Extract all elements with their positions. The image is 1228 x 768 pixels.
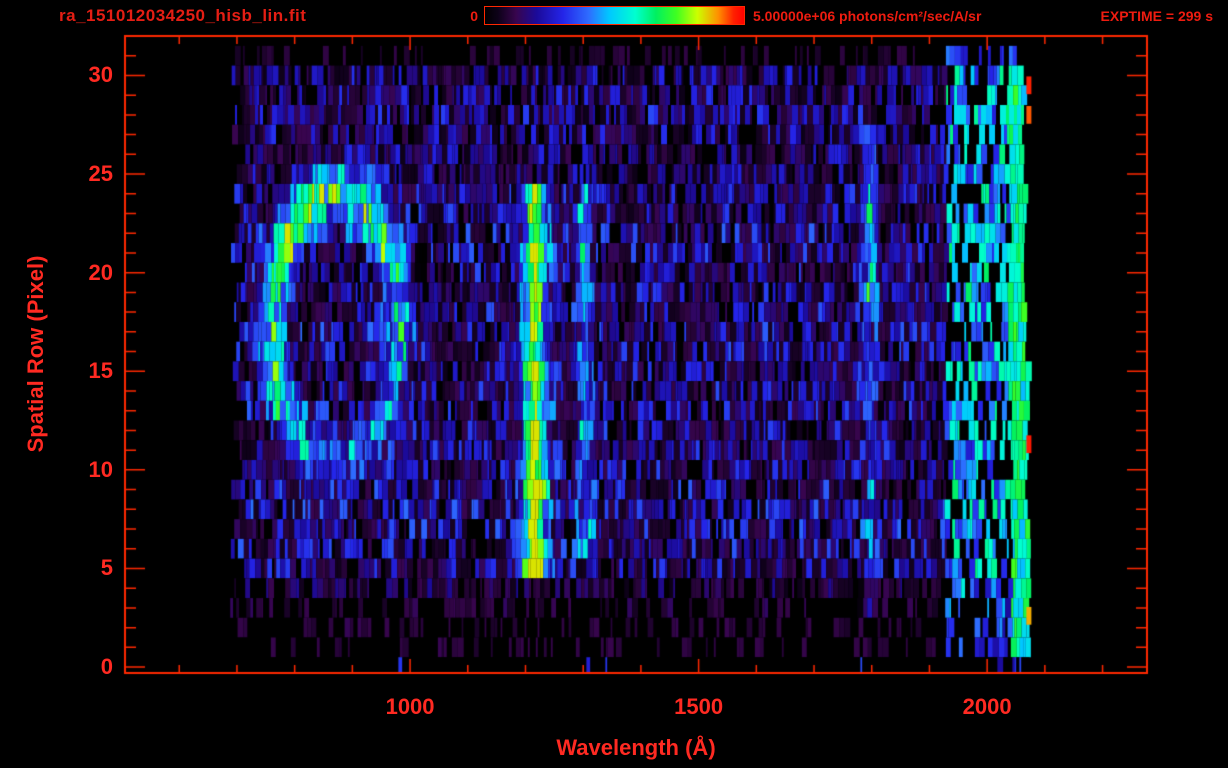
y-axis-tick-label: 0 <box>100 654 113 680</box>
y-axis-tick-label: 25 <box>88 161 113 187</box>
y-axis-tick-labels: 0 5 10 15 20 25 30 <box>63 0 113 768</box>
x-axis-tick-label: 1500 <box>674 694 724 719</box>
exptime-label: EXPTIME = 299 s <box>1100 8 1213 24</box>
spectrogram-canvas <box>0 0 1228 768</box>
colorbar-max-label: 5.00000e+06 photons/cm²/sec/A/sr <box>753 8 982 24</box>
y-axis-tick-label: 10 <box>88 456 113 482</box>
x-axis-tick-label: 1000 <box>385 694 435 719</box>
colorbar-min-label: 0 <box>470 8 478 24</box>
y-axis-tick-label: 20 <box>88 259 113 285</box>
x-axis-tick-label: 2000 <box>962 694 1012 719</box>
x-axis-title: Wavelength (Å) <box>556 735 716 760</box>
fits-display-window: ra_151012034250_hisb_lin.fit 0 5.00000e+… <box>0 0 1228 768</box>
y-axis-tick-label: 30 <box>88 62 113 88</box>
y-axis-title: Spatial Row (Pixel) <box>23 255 48 453</box>
y-axis-tick-label: 15 <box>88 358 113 384</box>
colorbar <box>484 6 745 25</box>
y-axis-tick-label: 5 <box>100 555 113 581</box>
x-axis-tick-labels: 1000 1500 2000 <box>0 694 1228 722</box>
